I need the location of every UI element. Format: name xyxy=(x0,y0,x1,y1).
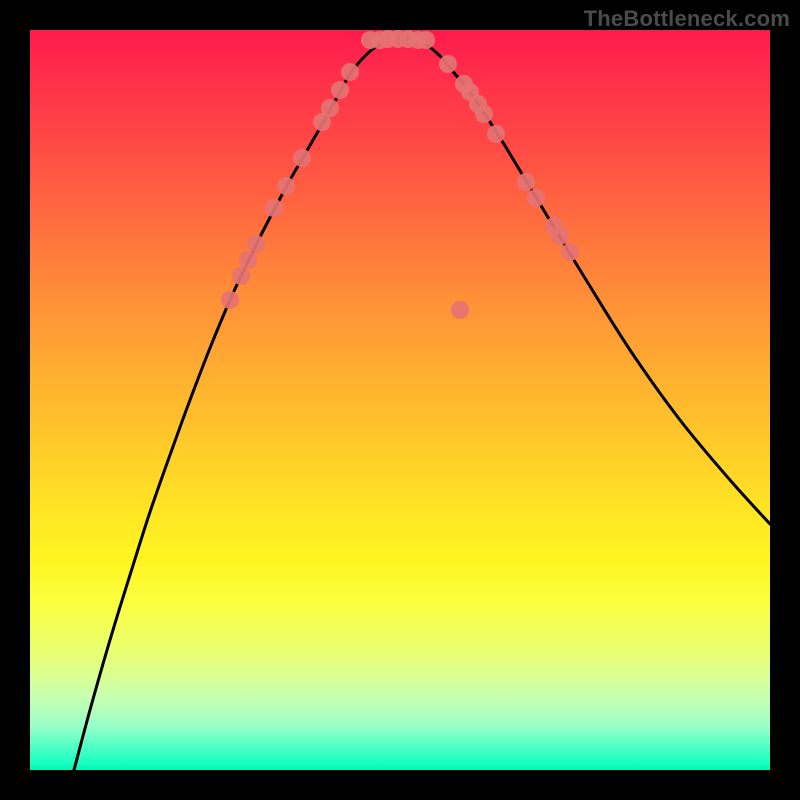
curve-markers xyxy=(221,30,579,319)
watermark-text: TheBottleneck.com xyxy=(584,6,790,32)
marker-point xyxy=(321,99,339,117)
marker-point xyxy=(487,125,505,143)
marker-point xyxy=(232,267,250,285)
marker-point xyxy=(239,251,257,269)
marker-point xyxy=(277,177,295,195)
marker-point xyxy=(439,55,457,73)
bottleneck-curve xyxy=(74,37,770,770)
marker-point xyxy=(417,31,435,49)
marker-point xyxy=(527,189,545,207)
marker-point xyxy=(341,63,359,81)
curve-svg xyxy=(30,30,770,770)
marker-point xyxy=(475,105,493,123)
marker-point xyxy=(517,173,535,191)
marker-point xyxy=(561,243,579,261)
marker-point xyxy=(331,81,349,99)
marker-point xyxy=(293,149,311,167)
marker-point xyxy=(545,217,563,235)
marker-point xyxy=(451,301,469,319)
chart-frame: TheBottleneck.com xyxy=(0,0,800,800)
marker-point xyxy=(221,291,239,309)
plot-area xyxy=(30,30,770,770)
marker-point xyxy=(247,235,265,253)
marker-point xyxy=(265,199,283,217)
